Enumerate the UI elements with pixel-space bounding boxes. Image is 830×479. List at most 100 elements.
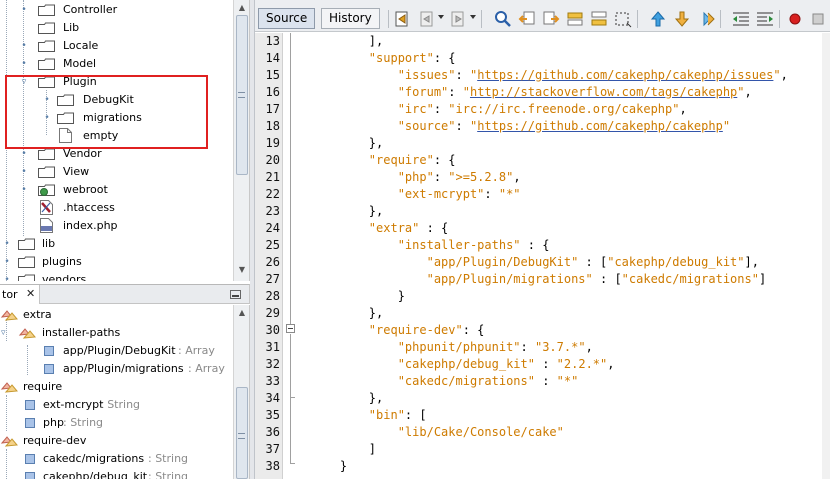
code-line[interactable]: } [311, 288, 405, 305]
fold-collapse-icon[interactable] [286, 324, 295, 333]
code-line[interactable]: "source": "https://github.com/cakephp/ca… [311, 118, 730, 135]
find-next-icon[interactable] [541, 9, 561, 29]
shift-right-icon[interactable] [755, 9, 775, 29]
highlight-icon[interactable] [589, 9, 609, 29]
string-icon [25, 400, 35, 410]
line-number: 38 [265, 459, 280, 473]
code-editor[interactable]: 13 14 15 16 17 18 19 20 21 22 23 24 25 26 27 28 29 30 31 32… [255, 33, 830, 479]
expand-icon[interactable]: • [19, 37, 29, 55]
expand-icon[interactable]: • [2, 235, 12, 253]
code-line[interactable]: "installer-paths" : { [311, 237, 550, 254]
line-number: 33 [265, 374, 280, 388]
string-icon [25, 472, 35, 479]
code-line[interactable]: "phpunit/phpunit": "3.7.*", [311, 339, 593, 356]
code-line[interactable]: "require-dev": { [311, 322, 485, 339]
code-line[interactable]: }, [311, 390, 383, 407]
array-icon [44, 346, 54, 356]
code-line[interactable]: }, [311, 135, 383, 152]
line-number: 20 [265, 153, 280, 167]
code-line[interactable]: }, [311, 305, 383, 322]
line-number: 37 [265, 442, 280, 456]
code-line[interactable]: "lib/Cake/Console/cake" [311, 424, 564, 441]
code-line[interactable]: "extra" : { [311, 220, 448, 237]
tree-item-label: lib [42, 237, 56, 250]
last-edit-icon[interactable] [392, 9, 412, 29]
scroll-up-icon[interactable]: ▲ [236, 2, 248, 14]
navigator-item-label: cakephp/debug_kit [43, 470, 148, 479]
string-icon [25, 454, 35, 464]
folder-icon [38, 166, 55, 178]
collapse-icon[interactable]: ▿ [1, 324, 6, 342]
line-number: 34 [265, 391, 280, 405]
shift-left-icon[interactable] [731, 9, 751, 29]
navigator-item-type: : String [148, 452, 189, 465]
back-dropdown-icon[interactable] [438, 15, 444, 19]
code-line[interactable]: "app/Plugin/migrations" : ["cakedc/migra… [311, 271, 767, 288]
find-previous-icon[interactable] [517, 9, 537, 29]
line-number: 15 [265, 68, 280, 82]
htaccess-file-icon [40, 200, 53, 215]
navigator-scrollbar[interactable]: ▲ [233, 305, 249, 479]
code-line[interactable]: "ext-mcrypt": "*" [311, 186, 521, 203]
find-selection-icon[interactable] [565, 9, 585, 29]
expand-icon[interactable]: • [2, 253, 12, 271]
tree-scrollbar[interactable]: ▲ ▼ [233, 0, 249, 281]
previous-bookmark-icon[interactable] [648, 9, 668, 29]
code-line[interactable]: "support": { [311, 50, 456, 67]
navigator-panel: extra ▿ installer-paths app/Plugin/Debug… [0, 305, 250, 479]
code-line[interactable]: } [311, 458, 347, 475]
editor-scrollbar[interactable] [822, 33, 830, 479]
code-line[interactable]: "app/Plugin/DebugKit" : ["cakephp/debug_… [311, 254, 759, 271]
navigator-item-label: app/Plugin/DebugKit [63, 344, 176, 357]
tree-item-label: plugins [42, 255, 82, 268]
code-line[interactable]: "cakedc/migrations" : "*" [311, 373, 579, 390]
tree-item-label: View [63, 165, 90, 178]
scroll-grip-icon [238, 92, 245, 98]
navigator-item-type: : Array [178, 344, 215, 357]
expand-icon[interactable]: • [2, 271, 12, 281]
tab-source[interactable]: Source [258, 8, 316, 29]
back-icon[interactable] [417, 9, 437, 29]
forward-icon[interactable] [448, 9, 468, 29]
code-line[interactable]: "require": { [311, 152, 456, 169]
expand-icon[interactable]: • [19, 1, 29, 19]
tree-item-label: Lib [63, 21, 80, 34]
code-line[interactable]: }, [311, 203, 383, 220]
next-bookmark-icon[interactable] [672, 9, 692, 29]
code-line[interactable]: ], [311, 33, 383, 50]
minimize-icon[interactable] [230, 290, 241, 299]
close-icon[interactable]: ✕ [26, 287, 35, 300]
tab-history[interactable]: History [321, 8, 380, 29]
rectangular-selection-icon[interactable] [613, 9, 633, 29]
line-number: 18 [265, 119, 280, 133]
object-icon [0, 310, 18, 321]
find-icon[interactable] [493, 9, 513, 29]
line-number: 17 [265, 102, 280, 116]
code-line[interactable]: "issues": "https://github.com/cakephp/ca… [311, 67, 788, 84]
code-line[interactable]: ] [311, 441, 376, 458]
line-number: 26 [265, 255, 280, 269]
line-number: 24 [265, 221, 280, 235]
stop-macro-icon[interactable] [808, 9, 828, 29]
tree-guide-line [6, 449, 7, 479]
code-line[interactable]: "forum": "http://stackoverflow.com/tags/… [311, 84, 752, 101]
line-number: 25 [265, 238, 280, 252]
code-line[interactable]: "cakephp/debug_kit" : "2.2.*", [311, 356, 615, 373]
forward-dropdown-icon[interactable] [470, 15, 476, 19]
object-icon [18, 328, 36, 339]
navigator-item-type: : Array [188, 362, 225, 375]
code-line[interactable]: "php": ">=5.2.8", [311, 169, 521, 186]
code-line[interactable]: "irc": "irc://irc.freenode.org/cakephp", [311, 101, 687, 118]
expand-icon[interactable]: • [19, 55, 29, 73]
expand-icon[interactable]: • [19, 181, 29, 199]
toggle-bookmark-icon[interactable] [696, 9, 716, 29]
scroll-down-icon[interactable]: ▼ [236, 264, 248, 276]
expand-icon[interactable]: • [19, 163, 29, 181]
navigator-tab[interactable]: tor ✕ [0, 285, 40, 304]
start-macro-icon[interactable] [785, 9, 805, 29]
navigator-item-label: require-dev [23, 434, 87, 447]
scroll-up-icon[interactable]: ▲ [236, 307, 248, 319]
toolbar-separator [388, 10, 389, 28]
code-line[interactable]: "bin": [ [311, 407, 427, 424]
line-number: 36 [265, 425, 280, 439]
